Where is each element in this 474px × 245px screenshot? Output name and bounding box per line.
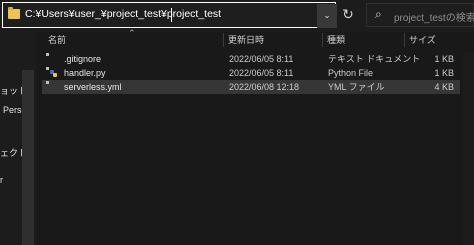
text-caret [171, 8, 172, 22]
folder-icon [8, 7, 20, 19]
file-modified: 2022/06/05 8:11 [229, 54, 294, 64]
search-icon: ⌕ [375, 7, 382, 21]
address-history-dropdown-button[interactable]: ⌄ [317, 4, 337, 28]
file-size: 1 KB [434, 54, 454, 64]
column-header-modified[interactable]: 更新日時 [224, 33, 323, 47]
file-modified: 2022/06/05 8:11 [229, 68, 294, 78]
file-name: .gitignore [64, 54, 102, 64]
nav-item-other[interactable]: r [0, 175, 3, 185]
file-size: 4 KB [434, 82, 454, 92]
file-type: YML ファイル [328, 82, 385, 92]
navigation-scrollbar[interactable] [22, 70, 34, 245]
search-placeholder[interactable]: project_testの検索 [394, 9, 474, 24]
python-file-icon [49, 67, 59, 79]
file-name: serverless.yml [64, 82, 122, 92]
file-name: handler.py [64, 68, 106, 78]
file-modified: 2022/06/08 12:18 [229, 82, 300, 92]
file-type: Python File [328, 68, 374, 78]
refresh-button[interactable]: ↻ [336, 3, 360, 27]
address-bar[interactable]: C:¥Users¥user_¥project_test¥project_test… [2, 2, 337, 28]
yml-file-icon [49, 81, 59, 93]
navigation-pane: ョット Perso ェクト r [0, 32, 36, 245]
column-header-size[interactable]: サイズ [405, 33, 455, 47]
column-header-type[interactable]: 種類 [323, 33, 405, 47]
file-row-selected[interactable]: serverless.yml 2022/06/08 12:18 YML ファイル… [42, 80, 460, 94]
column-header-name[interactable]: 名前 [44, 33, 224, 47]
file-list: ⌃ 名前 更新日時 種類 サイズ .gitignore 2022/06/05 8… [40, 29, 474, 245]
file-size: 1 KB [434, 68, 454, 78]
text-file-icon [49, 53, 59, 65]
column-header-row: ⌃ 名前 更新日時 種類 サイズ [40, 29, 474, 47]
address-path[interactable]: C:¥Users¥user_¥project_test¥project_test [25, 8, 221, 20]
search-box[interactable]: ⌕ project_testの検索 [366, 3, 474, 27]
file-row[interactable]: .gitignore 2022/06/05 8:11 テキスト ドキュメント 1… [42, 52, 460, 66]
file-row[interactable]: handler.py 2022/06/05 8:11 Python File 1… [42, 66, 460, 80]
address-toolbar: C:¥Users¥user_¥project_test¥project_test… [0, 0, 474, 32]
file-list-scrollbar[interactable] [463, 52, 474, 245]
